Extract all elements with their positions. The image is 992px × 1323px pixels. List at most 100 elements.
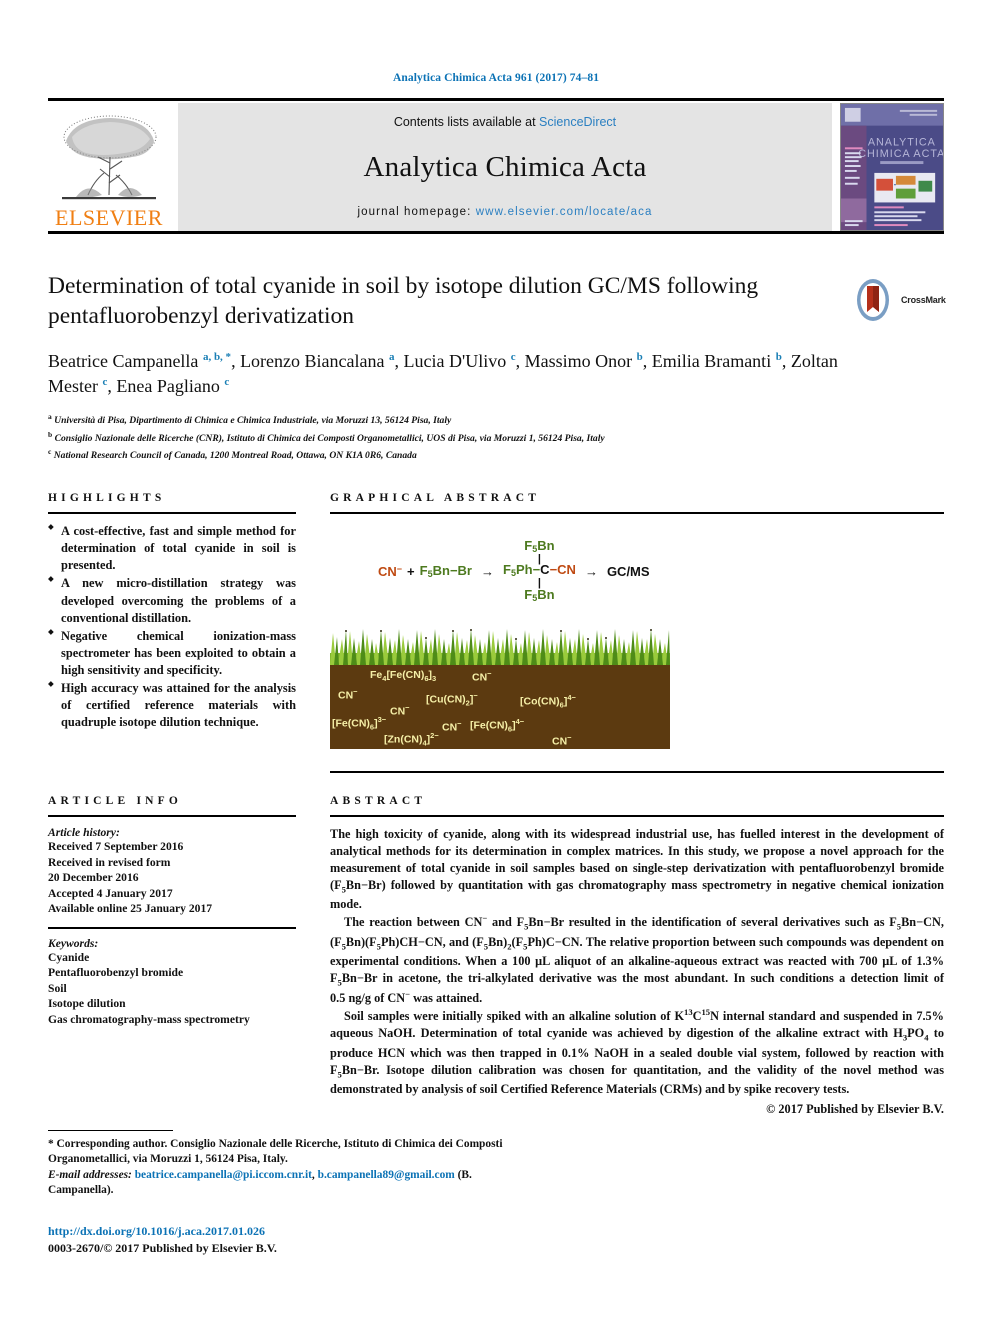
author-affil-mark[interactable]: c: [511, 351, 516, 363]
soil-species-labels: CN− Fe4[Fe(CN)6]3 CN− [Fe(CN)6]3− [Zn(CN…: [330, 665, 670, 749]
soil-species-label: CN−: [472, 668, 492, 684]
abstract-paragraph: The high toxicity of cyanide, along with…: [330, 826, 944, 912]
masthead-bottom-rule: [48, 231, 944, 234]
doi-link[interactable]: http://dx.doi.org/10.1016/j.aca.2017.01.…: [48, 1224, 528, 1239]
article-history-label: Article history:: [48, 825, 120, 839]
abstract-copyright: © 2017 Published by Elsevier B.V.: [766, 1101, 944, 1116]
graphical-abstract-column: GRAPHICAL ABSTRACT CN− + F5Bn−Br → F5Bn …: [330, 492, 944, 773]
soil-species-label: [Co(CN)6]4−: [520, 692, 576, 710]
author-item: Enea Pagliano c: [116, 376, 229, 396]
elsevier-wordmark: ELSEVIER: [55, 205, 163, 230]
title-block: CrossMark Determination of total cyanide…: [48, 272, 946, 464]
article-info-column: ARTICLE INFO Article history: Received 7…: [48, 795, 296, 1117]
email-label: E-mail addresses:: [48, 1168, 132, 1181]
author-name: Lucia D'Ulivo: [403, 350, 507, 371]
author-list: Beatrice Campanella a, b, *, Lorenzo Bia…: [48, 350, 838, 397]
highlights-rule: [48, 512, 296, 515]
soil-species-label: [Fe(CN)6]3−: [332, 714, 387, 732]
journal-homepage-line: journal homepage: www.elsevier.com/locat…: [358, 206, 653, 218]
crossmark-badge[interactable]: CrossMark: [856, 276, 946, 324]
author-item: Massimo Onor b: [525, 351, 643, 371]
eq-cyanide-reactant: CN−: [378, 563, 403, 579]
email-link-primary[interactable]: beatrice.campanella@pi.iccom.cnr.it: [135, 1169, 312, 1181]
history-item: Received in revised form: [48, 855, 171, 869]
svg-text:ANALYTICA: ANALYTICA: [868, 136, 936, 148]
abstract-rule: [330, 814, 944, 817]
author-item: Lorenzo Biancalana a: [240, 351, 394, 371]
keyword-item: Soil: [48, 981, 67, 995]
keywords-rule: [48, 926, 296, 929]
page-title: Determination of total cyanide in soil b…: [48, 273, 759, 329]
graphical-abstract-rule: [330, 512, 944, 515]
article-info-and-abstract: ARTICLE INFO Article history: Received 7…: [48, 795, 944, 1117]
issn-line: 0003-2670/© 2017 Published by Elsevier B…: [48, 1241, 277, 1256]
elsevier-logo: ELSEVIER: [48, 103, 170, 231]
list-item: High accuracy was attained for the analy…: [48, 679, 296, 731]
doi-block: http://dx.doi.org/10.1016/j.aca.2017.01.…: [48, 1224, 528, 1256]
journal-cover-thumbnail: ANALYTICA CHIMICA ACTA: [840, 103, 944, 231]
author-affil-mark[interactable]: c: [102, 376, 107, 388]
author-affil-mark[interactable]: a: [389, 351, 395, 363]
article-info-rule: [48, 814, 296, 817]
corresponding-author-note: * Corresponding author. Consiglio Nazion…: [48, 1138, 503, 1166]
footnote-rule: [48, 1130, 173, 1131]
highlights-column: HIGHLIGHTS A cost-effective, fast and si…: [48, 492, 296, 773]
affiliation-text: Università di Pisa, Dipartimento di Chim…: [54, 414, 452, 426]
author-item: Lucia D'Ulivo c: [403, 351, 515, 371]
soil-species-label: CN−: [338, 686, 358, 702]
author-affil-mark[interactable]: b: [637, 351, 643, 363]
keywords-label: Keywords:: [48, 936, 99, 950]
history-item: Available online 25 January 2017: [48, 902, 213, 916]
abstract-paragraph: Soil samples were initially spiked with …: [330, 1007, 944, 1096]
author-item: Beatrice Campanella a, b, *: [48, 351, 231, 371]
author-item: Emilia Bramanti b: [652, 351, 782, 371]
page-footer: * Corresponding author. Consiglio Nazion…: [48, 1130, 528, 1256]
eq-substituent-bottom: F5Bn: [524, 586, 555, 603]
affiliation-list: a Università di Pisa, Dipartimento di Ch…: [48, 411, 944, 464]
soil-species-label: CN−: [552, 732, 572, 748]
author-name: Emilia Bramanti: [651, 350, 772, 371]
masthead-top-rule: [48, 98, 944, 101]
email-note: E-mail addresses: beatrice.campanella@pi…: [48, 1168, 472, 1196]
keyword-item: Isotope dilution: [48, 997, 126, 1011]
article-first-page: Analytica Chimica Acta 961 (2017) 74–81: [0, 0, 992, 1323]
abstract-column: ABSTRACT The high toxicity of cyanide, a…: [330, 795, 944, 1117]
abstract-heading: ABSTRACT: [330, 794, 427, 807]
author-affil-mark[interactable]: c: [224, 376, 229, 388]
email-link-secondary[interactable]: b.campanella89@gmail.com: [318, 1169, 455, 1181]
author-name: Massimo Onor: [524, 350, 633, 371]
journal-banner: Contents lists available at ScienceDirec…: [178, 103, 832, 231]
highlights-heading: HIGHLIGHTS: [48, 492, 166, 505]
history-item: Received 7 September 2016: [48, 839, 184, 853]
crossmark-label: CrossMark: [901, 295, 946, 305]
affiliation-item: c National Research Council of Canada, 1…: [48, 446, 944, 464]
svg-text:CHIMICA ACTA: CHIMICA ACTA: [858, 148, 943, 160]
grass-icon: [330, 626, 670, 665]
soil-species-label: [Zn(CN)4]2−: [384, 730, 439, 748]
keyword-item: Pentafluorobenzyl bromide: [48, 966, 184, 980]
eq-arrow-2: →: [584, 563, 598, 579]
affiliation-text: Consiglio Nazionale delle Ricerche (CNR)…: [54, 432, 605, 444]
contents-available-line: Contents lists available at ScienceDirec…: [394, 115, 616, 129]
keyword-item: Cyanide: [48, 950, 90, 964]
soil-species-label: [Fe(CN)6]4−: [470, 716, 525, 734]
abstract-paragraph: The reaction between CN− and F5Bn−Br res…: [330, 913, 944, 1006]
author-affil-mark[interactable]: b: [776, 351, 782, 363]
eq-plus: +: [407, 563, 415, 579]
author-affil-mark[interactable]: a, b, *: [203, 351, 231, 363]
list-item: A cost-effective, fast and simple method…: [48, 522, 296, 574]
highlights-list: A cost-effective, fast and simple method…: [48, 522, 296, 731]
sciencedirect-link[interactable]: ScienceDirect: [539, 115, 616, 129]
soil-cross-section-graphic: CN− Fe4[Fe(CN)6]3 CN− [Fe(CN)6]3− [Zn(CN…: [330, 626, 670, 749]
history-item: Accepted 4 January 2017: [48, 886, 173, 900]
crossmark-icon: [857, 279, 889, 321]
author-name: Beatrice Campanella: [48, 350, 199, 371]
history-item: 20 December 2016: [48, 871, 139, 885]
soil-species-label: [Cu(CN)2]−: [426, 690, 478, 708]
list-item: A new micro-distillation strategy was de…: [48, 574, 296, 626]
article-info-heading: ARTICLE INFO: [48, 794, 183, 807]
homepage-url-link[interactable]: www.elsevier.com/locate/aca: [476, 206, 653, 218]
graphical-abstract-figure: CN− + F5Bn−Br → F5Bn | F5Ph−C−CN | F5Bn …: [330, 523, 944, 749]
affiliation-item: b Consiglio Nazionale delle Ricerche (CN…: [48, 429, 944, 447]
graphical-abstract-bottom-rule: [330, 770, 944, 773]
